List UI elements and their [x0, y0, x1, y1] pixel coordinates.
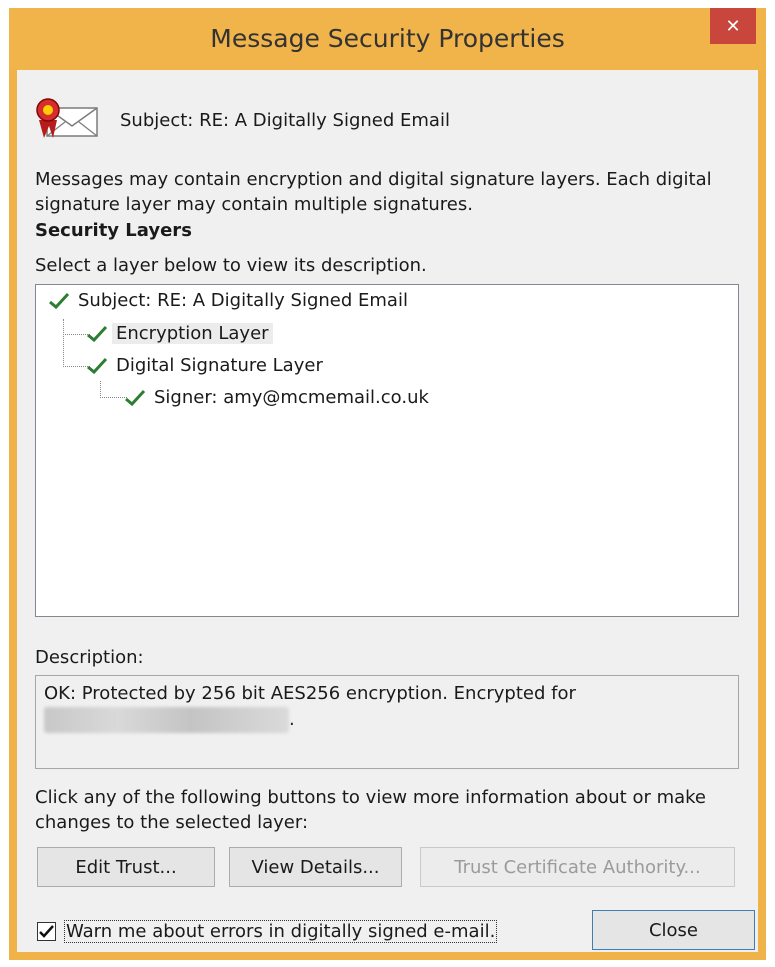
tree-item-encryption-layer[interactable]: Encryption Layer [86, 320, 273, 348]
dialog-title: Message Security Properties [210, 24, 565, 53]
tree-item-label: Subject: RE: A Digitally Signed Email [78, 290, 408, 311]
view-details-button[interactable]: View Details... [229, 847, 402, 887]
description-box: OK: Protected by 256 bit AES256 encrypti… [35, 675, 739, 769]
description-label: Description: [35, 647, 144, 668]
select-layer-hint: Select a layer below to view its descrip… [35, 255, 427, 276]
close-button[interactable]: Close [592, 910, 755, 950]
security-layers-tree[interactable]: Subject: RE: A Digitally Signed Email En… [35, 284, 739, 617]
tree-item-subject[interactable]: Subject: RE: A Digitally Signed Email [48, 287, 412, 315]
checkmark-icon [39, 924, 54, 938]
tree-item-label: Signer: amy@mcmemail.co.uk [154, 387, 429, 408]
edit-trust-button[interactable]: Edit Trust... [37, 847, 215, 887]
intro-text: Messages may contain encryption and digi… [35, 169, 712, 215]
dialog-window: Message Security Properties ✕ Subject: R… [9, 8, 766, 960]
tree-item-signature-layer[interactable]: Digital Signature Layer [86, 352, 327, 380]
close-icon: ✕ [725, 15, 741, 37]
warn-errors-label[interactable]: Warn me about errors in digitally signed… [64, 919, 498, 943]
description-suffix: . [289, 709, 295, 730]
security-layers-heading: Security Layers [35, 220, 192, 241]
tree-connector [100, 381, 127, 398]
sealed-envelope-icon [36, 98, 98, 138]
buttons-hint: Click any of the following buttons to vi… [35, 787, 707, 833]
title-bar[interactable]: Message Security Properties ✕ [9, 8, 766, 70]
close-window-button[interactable]: ✕ [710, 8, 756, 44]
tree-item-label: Encryption Layer [112, 323, 273, 344]
warn-errors-option[interactable]: Warn me about errors in digitally signed… [37, 917, 498, 945]
redacted-email: xxxxxxxxxxxxxxxxxxxxxxx [44, 707, 290, 733]
tree-item-label: Digital Signature Layer [116, 355, 323, 376]
check-icon [87, 325, 108, 343]
tree-item-signer[interactable]: Signer: amy@mcmemail.co.uk [124, 384, 433, 412]
trust-ca-button: Trust Certificate Authority... [420, 847, 735, 887]
subject-label: Subject: RE: A Digitally Signed Email [120, 110, 450, 131]
check-icon [87, 357, 108, 375]
warn-errors-checkbox[interactable] [37, 921, 56, 941]
dialog-body: Subject: RE: A Digitally Signed Email Me… [17, 70, 758, 952]
description-text: OK: Protected by 256 bit AES256 encrypti… [44, 683, 576, 704]
check-icon [49, 292, 70, 310]
check-icon [125, 389, 146, 407]
